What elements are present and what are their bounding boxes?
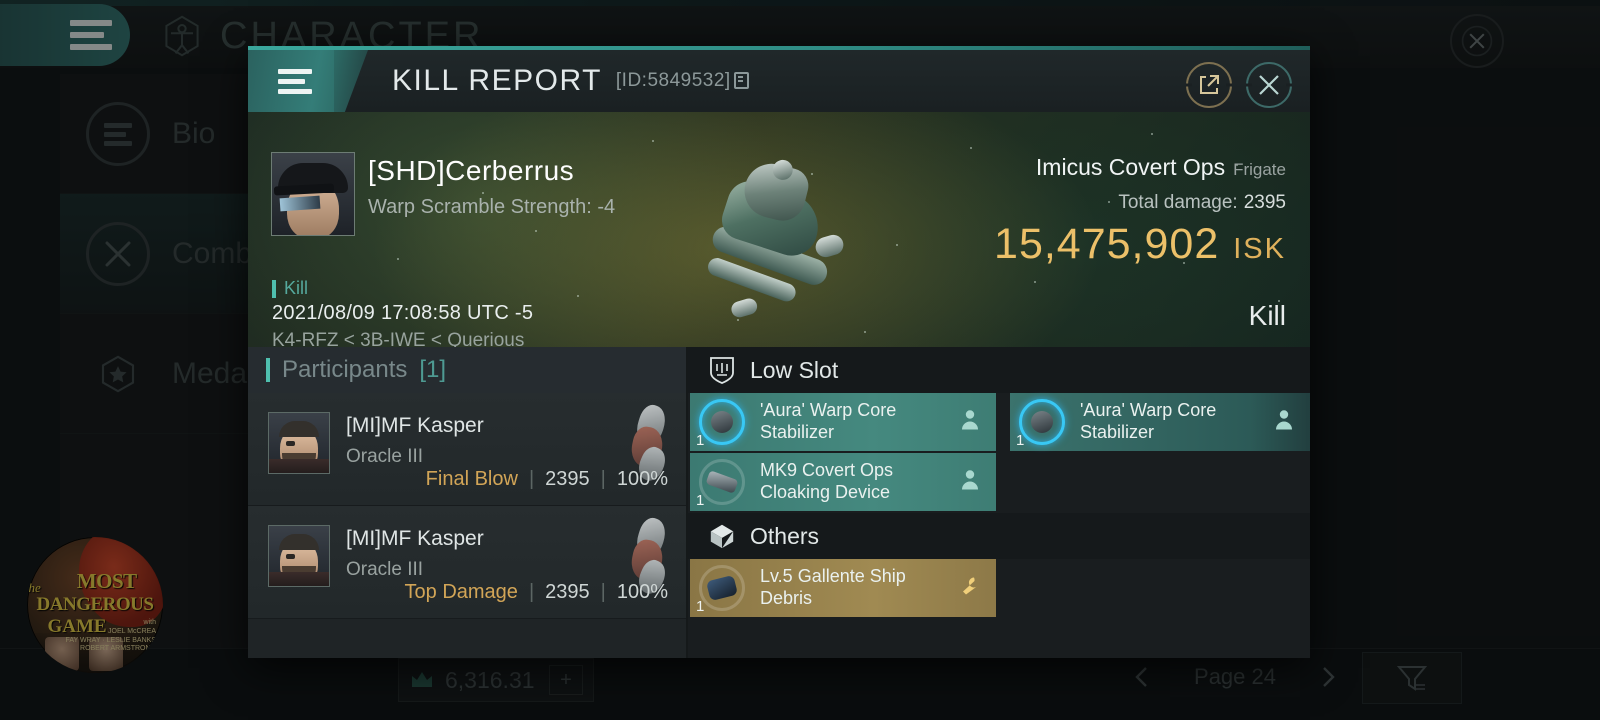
- participants-pane: Participants [1] [MI]MF Kasper Oracle II…: [248, 347, 688, 658]
- person-icon: [960, 469, 980, 496]
- list-item[interactable]: 1 Lv.5 Gallente Ship Debris: [690, 559, 996, 617]
- copy-icon[interactable]: [733, 72, 749, 89]
- participant-ship: Oracle III: [346, 446, 424, 467]
- person-icon: [1274, 409, 1294, 436]
- participant-ship: Oracle III: [346, 559, 424, 580]
- participant-damage: 2395: [545, 468, 590, 490]
- table-row[interactable]: [MI]MF Kasper Oracle III Top Damage | 23…: [248, 506, 686, 619]
- item-quantity: 1: [1016, 432, 1025, 449]
- list-item[interactable]: 1 'Aura' Warp Core Stabilizer: [1010, 393, 1310, 451]
- result-tag-bar: [272, 279, 276, 298]
- fitting-pane: Low Slot 1 'Aura' Warp Core Stabilizer 1…: [688, 347, 1310, 658]
- cube-box-icon: [710, 524, 734, 549]
- modal-menu-button[interactable]: [248, 50, 342, 112]
- low-slot-label: Low Slot: [750, 356, 839, 383]
- avatar: [268, 525, 330, 587]
- report-id-text: [ID:5849532]: [615, 70, 731, 91]
- participant-percent: 100%: [616, 468, 668, 490]
- close-icon: [1259, 75, 1279, 95]
- victim-ship-info: Imicus Covert Ops Frigate: [1036, 154, 1286, 181]
- others-header: Others: [688, 513, 1310, 559]
- kill-report-modal: KILL REPORT [ID:5849532] [SHD]Cerberrus …: [248, 46, 1310, 658]
- avatar: [268, 412, 330, 474]
- isk-currency: ISK: [1233, 233, 1286, 265]
- low-slot-items: 1 'Aura' Warp Core Stabilizer 1 'Aura' W…: [688, 393, 1310, 511]
- participant-name: [MI]MF Kasper: [346, 414, 484, 437]
- outcome-label: Kill: [1248, 300, 1286, 331]
- victim-banner: [SHD]Cerberrus Warp Scramble Strength: -…: [248, 112, 1310, 347]
- victim-ship-name: Imicus Covert Ops: [1035, 154, 1226, 180]
- item-name: 'Aura' Warp Core Stabilizer: [1080, 400, 1217, 442]
- participants-header: Participants [1]: [248, 347, 686, 393]
- victim-name: [SHD]Cerberrus: [368, 155, 575, 186]
- others-items: 1 Lv.5 Gallente Ship Debris: [688, 559, 1310, 617]
- low-slot-header: Low Slot: [688, 347, 1310, 393]
- share-button[interactable]: [1186, 62, 1232, 108]
- shield-slot-icon: [710, 357, 734, 384]
- participants-count: [1]: [419, 356, 447, 383]
- modal-title-actions: [1186, 62, 1292, 108]
- item-quantity: 1: [696, 432, 705, 449]
- others-label: Others: [750, 522, 820, 549]
- person-icon: [960, 409, 980, 436]
- participants-label: Participants: [282, 356, 408, 383]
- participant-stats: Top Damage | 2395 | 100%: [404, 581, 668, 603]
- result-tag: Kill: [272, 278, 308, 299]
- modal-title-text: KILL REPORT: [392, 64, 602, 97]
- participant-tag: Top Damage: [404, 581, 518, 603]
- hamburger-icon: [278, 68, 312, 94]
- participant-tag: Final Blow: [425, 468, 518, 490]
- app-screen: CHARACTER Bio Combat Medal 6,316.31 + Pa…: [0, 0, 1600, 720]
- isk-amount: 15,475,902: [994, 220, 1220, 268]
- participant-percent: 100%: [616, 581, 668, 603]
- table-row[interactable]: [MI]MF Kasper Oracle III Final Blow | 23…: [248, 393, 686, 506]
- modal-close-button[interactable]: [1246, 62, 1292, 108]
- victim-portrait[interactable]: [271, 152, 355, 236]
- result-tag-text: Kill: [284, 278, 309, 298]
- item-name: MK9 Covert Ops Cloaking Device: [760, 460, 894, 502]
- item-name: Lv.5 Gallente Ship Debris: [760, 566, 906, 608]
- share-external-icon: [1200, 75, 1219, 94]
- kill-location: K4-RFZ < 3B-IWE < Querious: [272, 330, 525, 347]
- isk-value: 15,475,902 ISK: [994, 220, 1286, 269]
- item-quantity: 1: [696, 598, 705, 615]
- total-damage-label: Total damage:: [1118, 192, 1238, 213]
- kill-timestamp: 2021/08/09 17:08:58 UTC -5: [272, 302, 534, 324]
- participant-damage: 2395: [545, 581, 590, 603]
- victim-ship-class: Frigate: [1233, 160, 1286, 179]
- report-id: [ID:5849532]: [616, 70, 749, 92]
- modal-body: Participants [1] [MI]MF Kasper Oracle II…: [248, 347, 1310, 658]
- item-quantity: 1: [696, 492, 705, 509]
- item-name: 'Aura' Warp Core Stabilizer: [760, 400, 897, 442]
- list-item[interactable]: 1 MK9 Covert Ops Cloaking Device: [690, 453, 996, 511]
- participant-name: [MI]MF Kasper: [346, 527, 484, 550]
- participant-stats: Final Blow | 2395 | 100%: [425, 468, 668, 490]
- modal-title-bar: KILL REPORT [ID:5849532]: [248, 50, 1310, 112]
- total-damage: Total damage: 2395: [1118, 192, 1286, 214]
- header-accent-bar: [266, 358, 270, 382]
- total-damage-value: 2395: [1243, 192, 1286, 213]
- list-item[interactable]: 1 'Aura' Warp Core Stabilizer: [690, 393, 996, 451]
- victim-subtitle: Warp Scramble Strength: -4: [368, 196, 616, 218]
- wrench-icon: [960, 575, 980, 602]
